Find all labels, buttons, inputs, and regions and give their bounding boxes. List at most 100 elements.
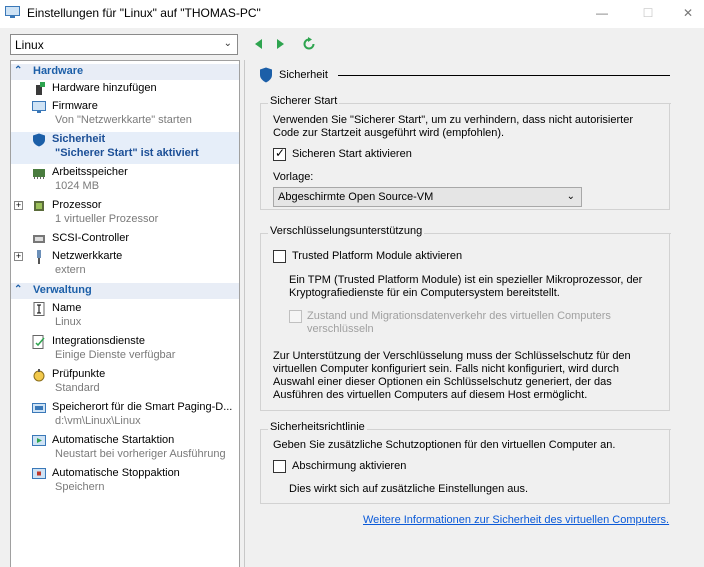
sidebar-item-label: Sicherheit	[52, 133, 106, 145]
secure-boot-description: Verwenden Sie "Sicherer Start", um zu ve…	[273, 114, 633, 126]
sidebar-item-memory[interactable]: Arbeitsspeicher 1024 MB	[11, 165, 239, 197]
sidebar-item-sub: Standard	[55, 382, 100, 394]
encryption-support-group: Verschlüsselungsunterstützung Trusted Pl…	[260, 225, 671, 411]
maximize-button[interactable]: ☐	[628, 0, 668, 26]
encryption-note: virtuellen Computer konfiguriert sein. F…	[273, 363, 620, 375]
sidebar-item-sub: Einige Dienste verfügbar	[55, 349, 176, 361]
sidebar-item-name[interactable]: Name Linux	[11, 301, 239, 333]
sidebar-item-label: Prüfpunkte	[52, 368, 106, 380]
shielding-checkbox[interactable]	[273, 460, 286, 473]
security-policy-group: Sicherheitsrichtlinie Geben Sie zusätzli…	[260, 421, 671, 504]
sidebar-item-checkpoints[interactable]: Prüfpunkte Standard	[11, 367, 239, 399]
checkmark-icon: ✓	[275, 146, 286, 160]
pane-splitter[interactable]	[244, 60, 245, 567]
security-settings-panel: Sicherheit Sicherer Start Verwenden Sie …	[246, 60, 688, 567]
close-button[interactable]: ✕	[668, 0, 704, 26]
auto-start-icon	[32, 435, 46, 446]
sidebar-item-sub: Speichern	[55, 481, 105, 493]
template-select[interactable]: Abgeschirmte Open Source-VM ⌄	[273, 187, 582, 207]
sidebar-item-label: Firmware	[52, 100, 98, 112]
sidebar-item-smart-paging[interactable]: Speicherort für die Smart Paging-D... d:…	[11, 400, 239, 432]
name-icon	[33, 302, 45, 316]
back-arrow-icon[interactable]	[252, 37, 266, 51]
sidebar-item-label: Integrationsdienste	[52, 335, 145, 347]
secure-boot-checkbox-label[interactable]: Sicheren Start aktivieren	[292, 148, 412, 161]
sidebar-item-label: Prozessor	[52, 199, 102, 211]
settings-tree: ⌃ Hardware Hardware hinzufügen Firmware …	[10, 60, 240, 567]
sidebar-item-label: SCSI-Controller	[52, 232, 130, 244]
sidebar-item-auto-start[interactable]: Automatische Startaktion Neustart bei vo…	[11, 433, 239, 465]
integration-services-icon	[32, 335, 45, 349]
encrypt-state-label: verschlüsseln	[307, 323, 374, 335]
network-adapter-icon	[37, 250, 41, 264]
sidebar-item-firmware[interactable]: Firmware Von "Netzwerkkarte" starten	[11, 99, 239, 131]
secure-boot-checkbox[interactable]: ✓	[273, 146, 286, 161]
group-label: Sicherer Start	[268, 95, 340, 107]
more-info-link[interactable]: Weitere Informationen zur Sicherheit des…	[363, 514, 669, 527]
scsi-controller-icon	[33, 235, 45, 243]
shield-icon	[33, 133, 45, 147]
expand-icon[interactable]: +	[14, 201, 23, 210]
tpm-checkbox[interactable]	[273, 250, 286, 263]
sidebar-item-sub: "Sicherer Start" ist aktiviert	[55, 147, 199, 159]
collapse-icon: ⌃	[14, 65, 23, 76]
smart-paging-icon	[32, 403, 46, 413]
chevron-down-icon: ⌄	[223, 38, 232, 49]
sidebar-item-label: Hardware hinzufügen	[52, 82, 157, 94]
chevron-down-icon: ⌄	[566, 191, 575, 202]
sidebar-item-sub: d:\vm\Linux\Linux	[55, 415, 141, 427]
sidebar-item-auto-stop[interactable]: Automatische Stoppaktion Speichern	[11, 466, 239, 498]
vm-selector-value: Linux	[15, 38, 44, 52]
sidebar-item-sub: Von "Netzwerkkarte" starten	[55, 114, 192, 126]
sidebar-item-processor[interactable]: + Prozessor 1 virtueller Prozessor	[11, 198, 239, 230]
page-title: Sicherheit	[279, 69, 328, 81]
minimize-button[interactable]: —	[582, 0, 622, 26]
sidebar-item-sub: 1 virtueller Prozessor	[55, 213, 159, 225]
sidebar-item-scsi-controller[interactable]: SCSI-Controller	[11, 231, 239, 249]
title-bar: Einstellungen für "Linux" auf "THOMAS-PC…	[0, 0, 704, 28]
shielding-description: Dies wirkt sich auf zusätzliche Einstell…	[289, 483, 529, 495]
encrypt-state-label: Zustand und Migrationsdatenverkehr des v…	[307, 310, 611, 322]
shielding-checkbox-label[interactable]: Abschirmung aktivieren	[292, 460, 406, 473]
sidebar-item-security[interactable]: Sicherheit "Sicherer Start" ist aktivier…	[11, 132, 239, 164]
window-title: Einstellungen für "Linux" auf "THOMAS-PC…	[27, 6, 261, 20]
section-header-management[interactable]: ⌃ Verwaltung	[11, 283, 239, 299]
sidebar-item-sub: Linux	[55, 316, 82, 328]
checkpoints-icon	[33, 369, 45, 382]
encryption-note: Auswahl einer dieser Optionen ein Schlüs…	[273, 376, 612, 388]
encrypt-state-checkbox[interactable]	[289, 310, 302, 323]
secure-boot-description: Code zur Startzeit ausgeführt wird (empf…	[273, 127, 505, 139]
vertical-scrollbar[interactable]	[688, 60, 704, 567]
add-hardware-icon	[36, 82, 45, 95]
group-label: Verschlüsselungsunterstützung	[268, 225, 425, 237]
group-label: Sicherheitsrichtlinie	[268, 421, 367, 433]
sidebar-item-network-adapter[interactable]: + Netzwerkkarte extern	[11, 249, 239, 281]
sidebar-item-label: Arbeitsspeicher	[52, 166, 128, 178]
secure-boot-group: Sicherer Start Verwenden Sie "Sicherer S…	[260, 95, 671, 210]
sidebar-item-label: Automatische Startaktion	[52, 434, 175, 446]
processor-icon	[34, 201, 44, 211]
auto-stop-icon	[32, 468, 46, 479]
section-label: Verwaltung	[33, 284, 92, 296]
forward-arrow-icon[interactable]	[273, 37, 287, 51]
sidebar-item-label: Name	[52, 302, 82, 314]
title-divider	[338, 75, 670, 76]
sidebar-item-label: Automatische Stoppaktion	[52, 467, 180, 479]
sidebar-item-label: Speicherort für die Smart Paging-D...	[52, 401, 233, 413]
expand-icon[interactable]: +	[14, 252, 23, 261]
policy-description: Geben Sie zusätzliche Schutzoptionen für…	[273, 439, 616, 451]
tpm-description: Kryptografiedienste für ein Computersyst…	[289, 287, 560, 299]
encryption-note: Ausführen des virtuellen Computers auf d…	[273, 389, 588, 401]
refresh-icon[interactable]	[302, 37, 316, 51]
settings-app-icon	[5, 6, 20, 18]
sidebar-item-add-hardware[interactable]: Hardware hinzufügen	[11, 81, 239, 99]
sidebar-item-integration-services[interactable]: Integrationsdienste Einige Dienste verfü…	[11, 334, 239, 366]
section-label: Hardware	[33, 65, 84, 77]
sidebar-item-label: Netzwerkkarte	[52, 250, 123, 262]
vm-selector[interactable]: Linux ⌄	[10, 34, 238, 55]
template-select-value: Abgeschirmte Open Source-VM	[278, 191, 434, 203]
sidebar-item-sub: 1024 MB	[55, 180, 100, 192]
collapse-icon: ⌃	[14, 284, 23, 295]
tpm-checkbox-label[interactable]: Trusted Platform Module aktivieren	[292, 250, 462, 263]
section-header-hardware[interactable]: ⌃ Hardware	[11, 64, 239, 80]
